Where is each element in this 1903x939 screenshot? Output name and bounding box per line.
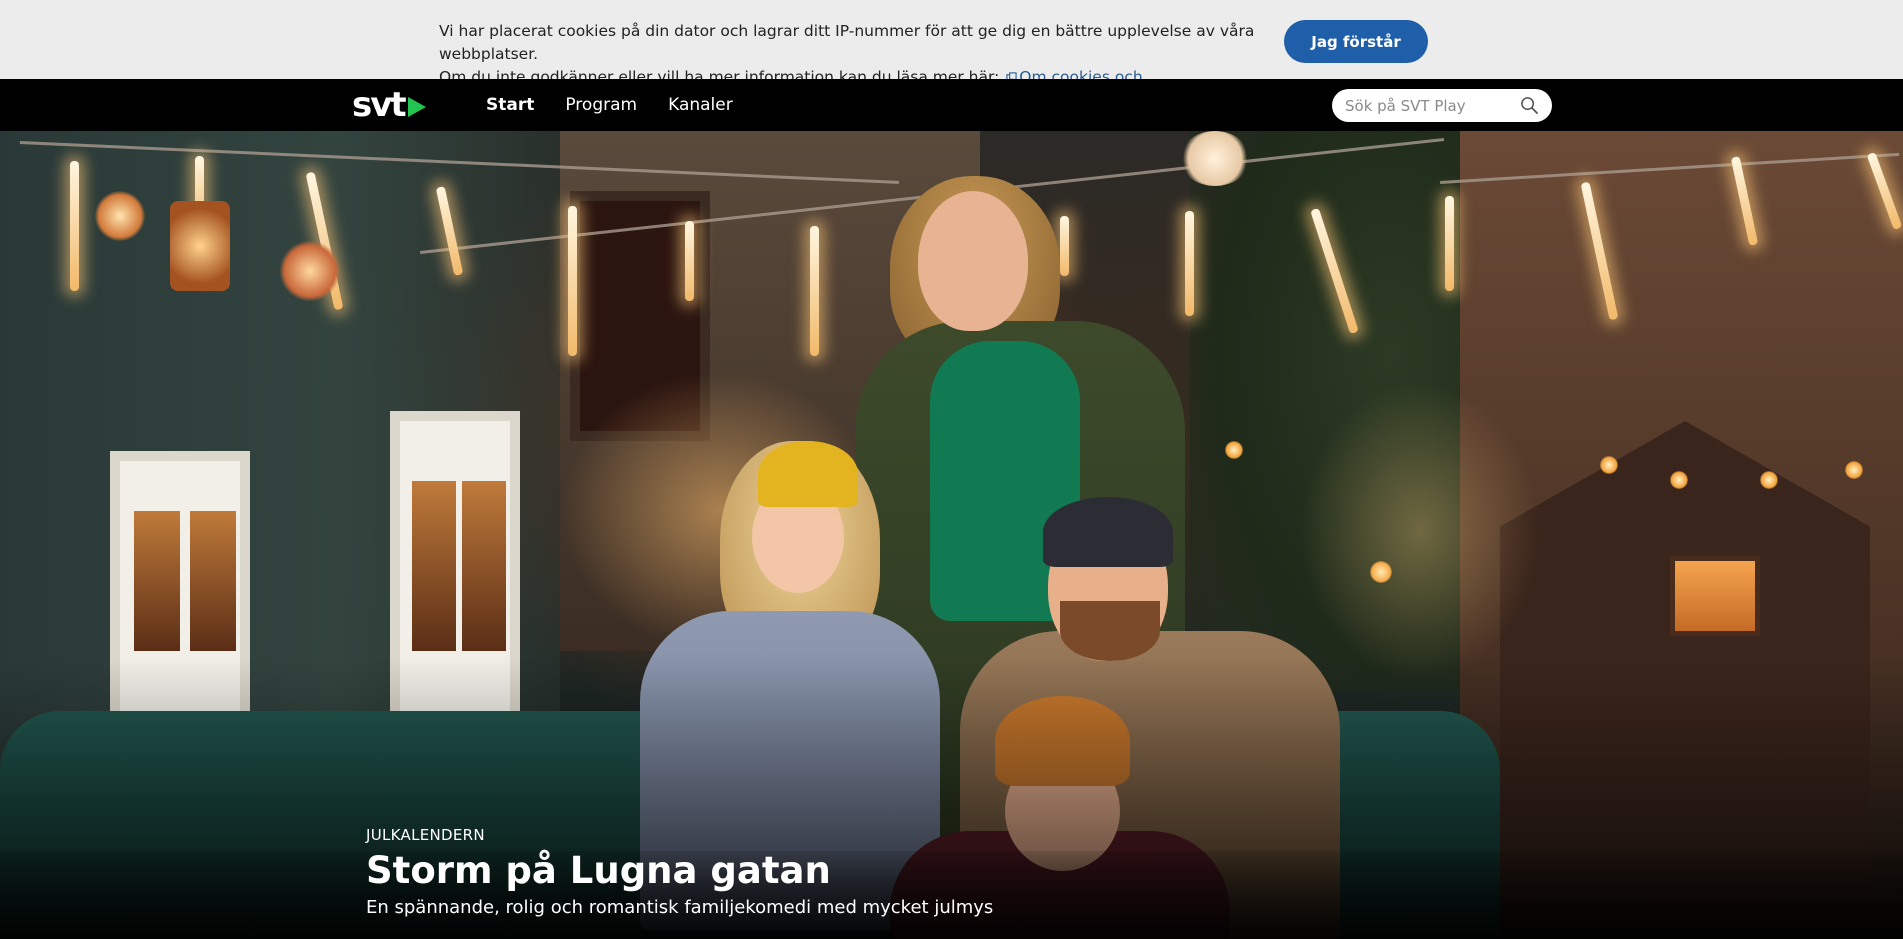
hero-title[interactable]: Storm på Lugna gatan (366, 848, 993, 894)
cookie-banner: Vi har placerat cookies på din dator och… (0, 0, 1903, 109)
site-header: svt Start Program Kanaler (0, 79, 1903, 131)
search-box (1332, 89, 1552, 122)
logo-text: svt (352, 85, 407, 125)
search-input[interactable] (1345, 95, 1515, 116)
hero-description: En spännande, rolig och romantisk familj… (366, 897, 994, 918)
hero-kicker: JULKALENDERN (366, 826, 485, 844)
nav-item-kanaler[interactable]: Kanaler (668, 95, 733, 115)
nav-item-start[interactable]: Start (486, 95, 534, 115)
hero-banner[interactable]: JULKALENDERN Storm på Lugna gatan En spä… (0, 131, 1903, 939)
cookie-message-line1: Vi har placerat cookies på din dator och… (439, 22, 1255, 63)
nav-item-program[interactable]: Program (565, 95, 637, 115)
hero-overlay (0, 131, 1903, 939)
svt-logo[interactable]: svt (352, 88, 432, 122)
play-triangle-icon (407, 97, 426, 117)
main-nav: Start Program Kanaler (486, 79, 764, 131)
cookie-accept-button[interactable]: Jag förstår (1284, 20, 1428, 63)
hero-info: JULKALENDERN Storm på Lugna gatan En spä… (366, 825, 993, 921)
search-icon[interactable] (1520, 96, 1539, 115)
